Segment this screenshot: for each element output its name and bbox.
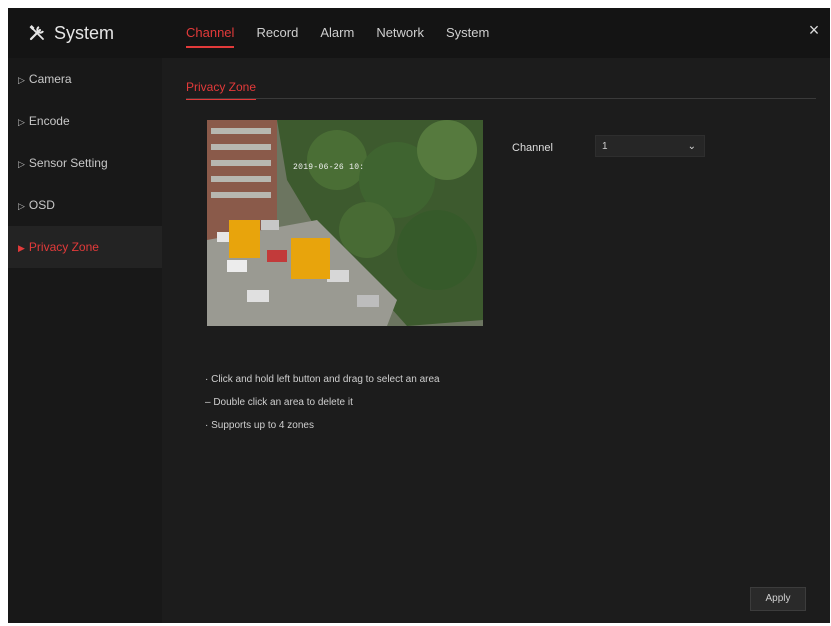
divider (186, 98, 816, 99)
sidebar-item-label: Camera (28, 72, 72, 86)
settings-window: System Channel Record Alarm Network Syst… (8, 8, 830, 623)
privacy-mask-zone[interactable] (291, 238, 330, 279)
sidebar: ▷ Camera ▷ Encode ▷ Sensor Setting ▷ OSD ▶ Pr… (8, 58, 162, 623)
sidebar-item-sensor-setting[interactable]: ▷ Sensor Setting (8, 142, 162, 184)
sidebar-item-camera[interactable]: ▷ Camera (8, 58, 162, 100)
tab-network[interactable]: Network (376, 8, 424, 58)
channel-select[interactable]: 1 ⌄ (595, 135, 705, 157)
sidebar-item-label: Privacy Zone (28, 240, 99, 254)
sidebar-item-label: OSD (28, 198, 55, 212)
chevron-right-icon: ▶ (18, 243, 25, 253)
chevron-right-icon: ▷ (18, 117, 25, 127)
sidebar-item-privacy-zone[interactable]: ▶ Privacy Zone (8, 226, 162, 268)
chevron-right-icon: ▷ (18, 75, 25, 85)
hint-text: – Double click an area to delete it (205, 397, 353, 408)
hint-text: · Click and hold left button and drag to… (205, 374, 440, 385)
chevron-right-icon: ▷ (18, 201, 25, 211)
sidebar-item-osd[interactable]: ▷ OSD (8, 184, 162, 226)
privacy-mask-zone[interactable] (229, 220, 260, 258)
tools-icon (29, 25, 44, 41)
main-content: Privacy Zone 2019-06-26 10: Channel 1 ⌄ … (162, 58, 830, 623)
app-title-text: System (54, 22, 115, 43)
hint-list: · Click and hold left button and drag to… (205, 368, 440, 437)
chevron-down-icon: ⌄ (687, 141, 696, 152)
tab-alarm[interactable]: Alarm (320, 8, 354, 58)
tab-channel[interactable]: Channel (186, 8, 235, 58)
camera-preview[interactable]: 2019-06-26 10: (207, 120, 483, 326)
tab-record[interactable]: Record (256, 8, 298, 58)
top-bar: System Channel Record Alarm Network Syst… (8, 8, 830, 58)
main-tabs: Channel Record Alarm Network System (186, 8, 511, 58)
sidebar-item-label: Encode (28, 114, 70, 128)
channel-label: Channel (512, 142, 553, 154)
sidebar-item-encode[interactable]: ▷ Encode (8, 100, 162, 142)
channel-select-value: 1 (602, 141, 608, 152)
subtab-privacy-zone[interactable]: Privacy Zone (186, 80, 257, 100)
chevron-right-icon: ▷ (18, 159, 25, 169)
close-icon[interactable]: × (804, 20, 824, 40)
hint-text: · Supports up to 4 zones (205, 420, 314, 431)
osd-timestamp: 2019-06-26 10: (293, 163, 365, 172)
sidebar-item-label: Sensor Setting (28, 156, 108, 170)
tab-system[interactable]: System (446, 8, 489, 58)
app-title: System (28, 22, 114, 44)
apply-button[interactable]: Apply (750, 587, 806, 611)
